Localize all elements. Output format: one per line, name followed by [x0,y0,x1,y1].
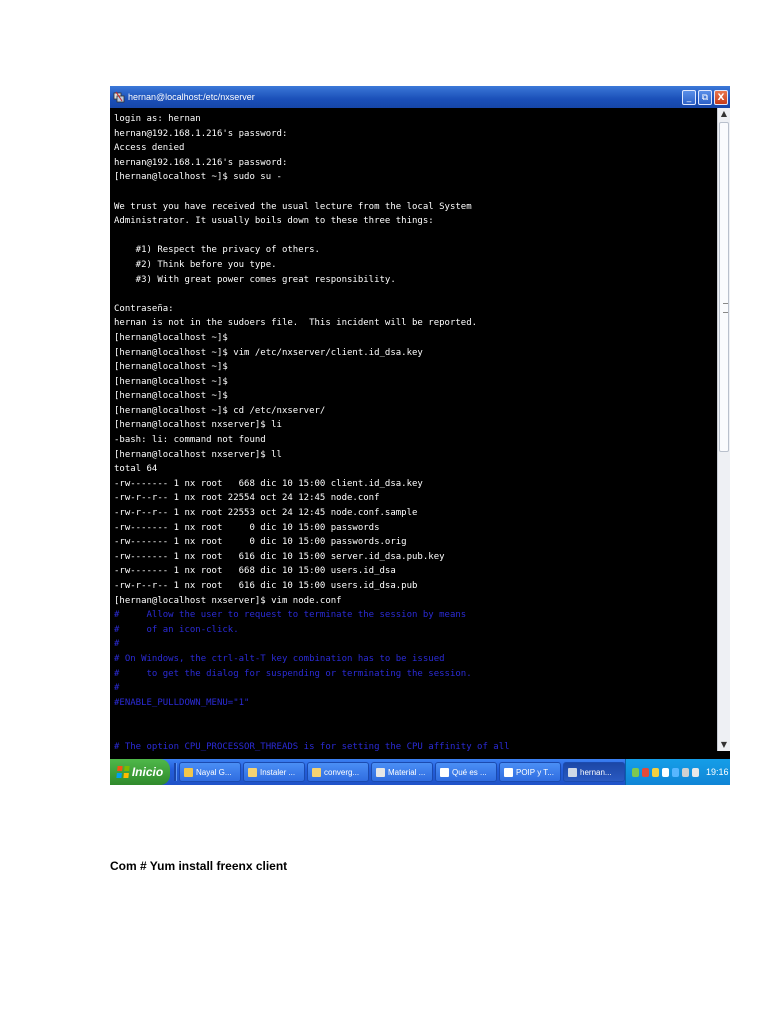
tray-network-icon[interactable] [632,767,639,777]
terminal-line: # [114,683,120,694]
start-button[interactable]: Inicio [110,759,170,785]
putty-icon [113,91,125,103]
document-icon [376,767,385,777]
restore-button[interactable]: ⧉ [698,89,712,105]
terminal-line: # The option CPU_PROCESSOR_THREADS is fo… [114,741,510,751]
windows-flag-icon [116,766,130,778]
taskbar-button-label: hernan... [580,767,612,777]
terminal-line: hernan is not in the sudoers file. This … [114,318,478,329]
terminal-line: [hernan@localhost nxserver]$ li [114,420,282,431]
taskbar-button-label: Nayal G... [196,767,232,777]
folder-icon [248,767,257,777]
terminal-line: #3) With great power comes great respons… [114,274,396,285]
taskbar-button-label: converg... [324,767,360,777]
close-button[interactable]: X [714,89,728,105]
browser-icon [184,767,193,777]
terminal-line: #1) Respect the privacy of others. [114,245,320,256]
terminal-line: -rw------- 1 nx root 668 dic 10 15:00 us… [114,566,396,577]
terminal-line: -rw-r--r-- 1 nx root 22554 oct 24 12:45 … [114,493,380,504]
taskbar-button[interactable]: converg... [307,762,369,782]
taskbar-button[interactable]: Material ... [371,762,433,782]
taskbar-button-label: Instaler ... [260,767,296,777]
terminal-line: -rw------- 1 nx root 616 dic 10 15:00 se… [114,551,445,562]
tray-volume-icon[interactable] [692,767,699,777]
terminal-line: #ENABLE_PULLDOWN_MENU="1" [114,697,250,708]
terminal-line: [hernan@localhost ~]$ [114,391,228,402]
window-title: hernan@localhost:/etc/nxserver [128,92,255,102]
terminal-line: -bash: li: command not found [114,435,266,446]
terminal-lines: login as: hernan hernan@192.168.1.216's p… [114,112,714,751]
terminal-line: Administrator. It usually boils down to … [114,216,434,227]
terminal-line: -rw-r--r-- 1 nx root 22553 oct 24 12:45 … [114,508,418,519]
terminal-line: # of an icon-click. [114,624,239,635]
terminal-line: -rw------- 1 nx root 0 dic 10 15:00 pass… [114,537,407,548]
minimize-button[interactable]: _ [682,89,696,105]
terminal-scrollbar[interactable]: ▲ ▼ [717,108,730,751]
taskbar-button[interactable]: POIP y T... [499,762,561,782]
taskbar-button-label: Material ... [388,767,426,777]
terminal-line: # On Windows, the ctrl-alt-T key combina… [114,653,445,664]
taskbar-button-label: POIP y T... [516,767,554,777]
terminal-line: [hernan@localhost ~]$ [114,376,228,387]
taskbar-buttons: Nayal G... Instaler ... converg... Material… [177,762,625,782]
terminal-line: [hernan@localhost ~]$ [114,332,228,343]
folder-icon [312,767,321,777]
document-caption: Com # Yum install freenx client [110,859,288,873]
word-icon [504,767,513,777]
scrollbar-thumb[interactable] [719,122,729,452]
system-tray: 19:16 [625,759,730,785]
terminal-line: hernan@192.168.1.216's password: [114,128,288,139]
terminal-line: total 64 [114,464,158,475]
tray-messenger-icon[interactable] [672,767,679,777]
terminal-line: [hernan@localhost ~]$ [114,362,228,373]
terminal-line: # to get the dialog for suspending or te… [114,668,472,679]
terminal-line: [hernan@localhost nxserver]$ ll [114,449,282,460]
terminal-line: Access denied [114,143,185,154]
tray-update-icon[interactable] [652,767,659,777]
terminal-line: Contraseña: [114,303,174,314]
taskbar: Inicio Nayal G... Instaler ... converg... M… [110,759,730,785]
tray-antivirus-icon[interactable] [662,767,669,777]
terminal-line: hernan@192.168.1.216's password: [114,157,288,168]
taskbar-button-label: Qué es ... [452,767,487,777]
grip-icon [723,303,728,313]
window-titlebar[interactable]: hernan@localhost:/etc/nxserver _ ⧉ X [110,86,730,108]
terminal-line: -rw------- 1 nx root 668 dic 10 15:00 cl… [114,478,423,489]
terminal-line: login as: hernan [114,114,201,124]
word-icon [440,767,449,777]
tray-clock[interactable]: 19:16 [706,767,729,777]
terminal-line: -rw------- 1 nx root 0 dic 10 15:00 pass… [114,522,380,533]
start-label: Inicio [131,765,164,779]
terminal-line: [hernan@localhost nxserver]$ vim node.co… [114,595,342,606]
terminal-line: [hernan@localhost ~]$ cd /etc/nxserver/ [114,405,326,416]
terminal-line: -rw-r--r-- 1 nx root 616 dic 10 15:00 us… [114,581,418,591]
putty-icon [568,767,577,777]
terminal-screenshot: hernan@localhost:/etc/nxserver _ ⧉ X log… [110,86,730,785]
terminal-line: [hernan@localhost ~]$ vim /etc/nxserver/… [114,347,423,358]
taskbar-button[interactable]: Qué es ... [435,762,497,782]
terminal-line: # Allow the user to request to terminate… [114,610,467,621]
scroll-down-arrow-icon[interactable]: ▼ [718,739,730,751]
window-controls: _ ⧉ X [682,89,728,105]
taskbar-button[interactable]: Nayal G... [179,762,241,782]
scroll-up-arrow-icon[interactable]: ▲ [718,108,730,120]
tray-connection-icon[interactable] [682,767,689,777]
terminal-output[interactable]: login as: hernan hernan@192.168.1.216's p… [110,108,717,751]
terminal-line: We trust you have received the usual lec… [114,201,472,212]
terminal-line: # [114,639,120,650]
taskbar-button[interactable]: hernan... [563,762,625,782]
taskbar-button[interactable]: Instaler ... [243,762,305,782]
tray-security-icon[interactable] [642,767,649,777]
terminal-line: [hernan@localhost ~]$ sudo su - [114,172,282,183]
terminal-line: #2) Think before you type. [114,259,277,270]
